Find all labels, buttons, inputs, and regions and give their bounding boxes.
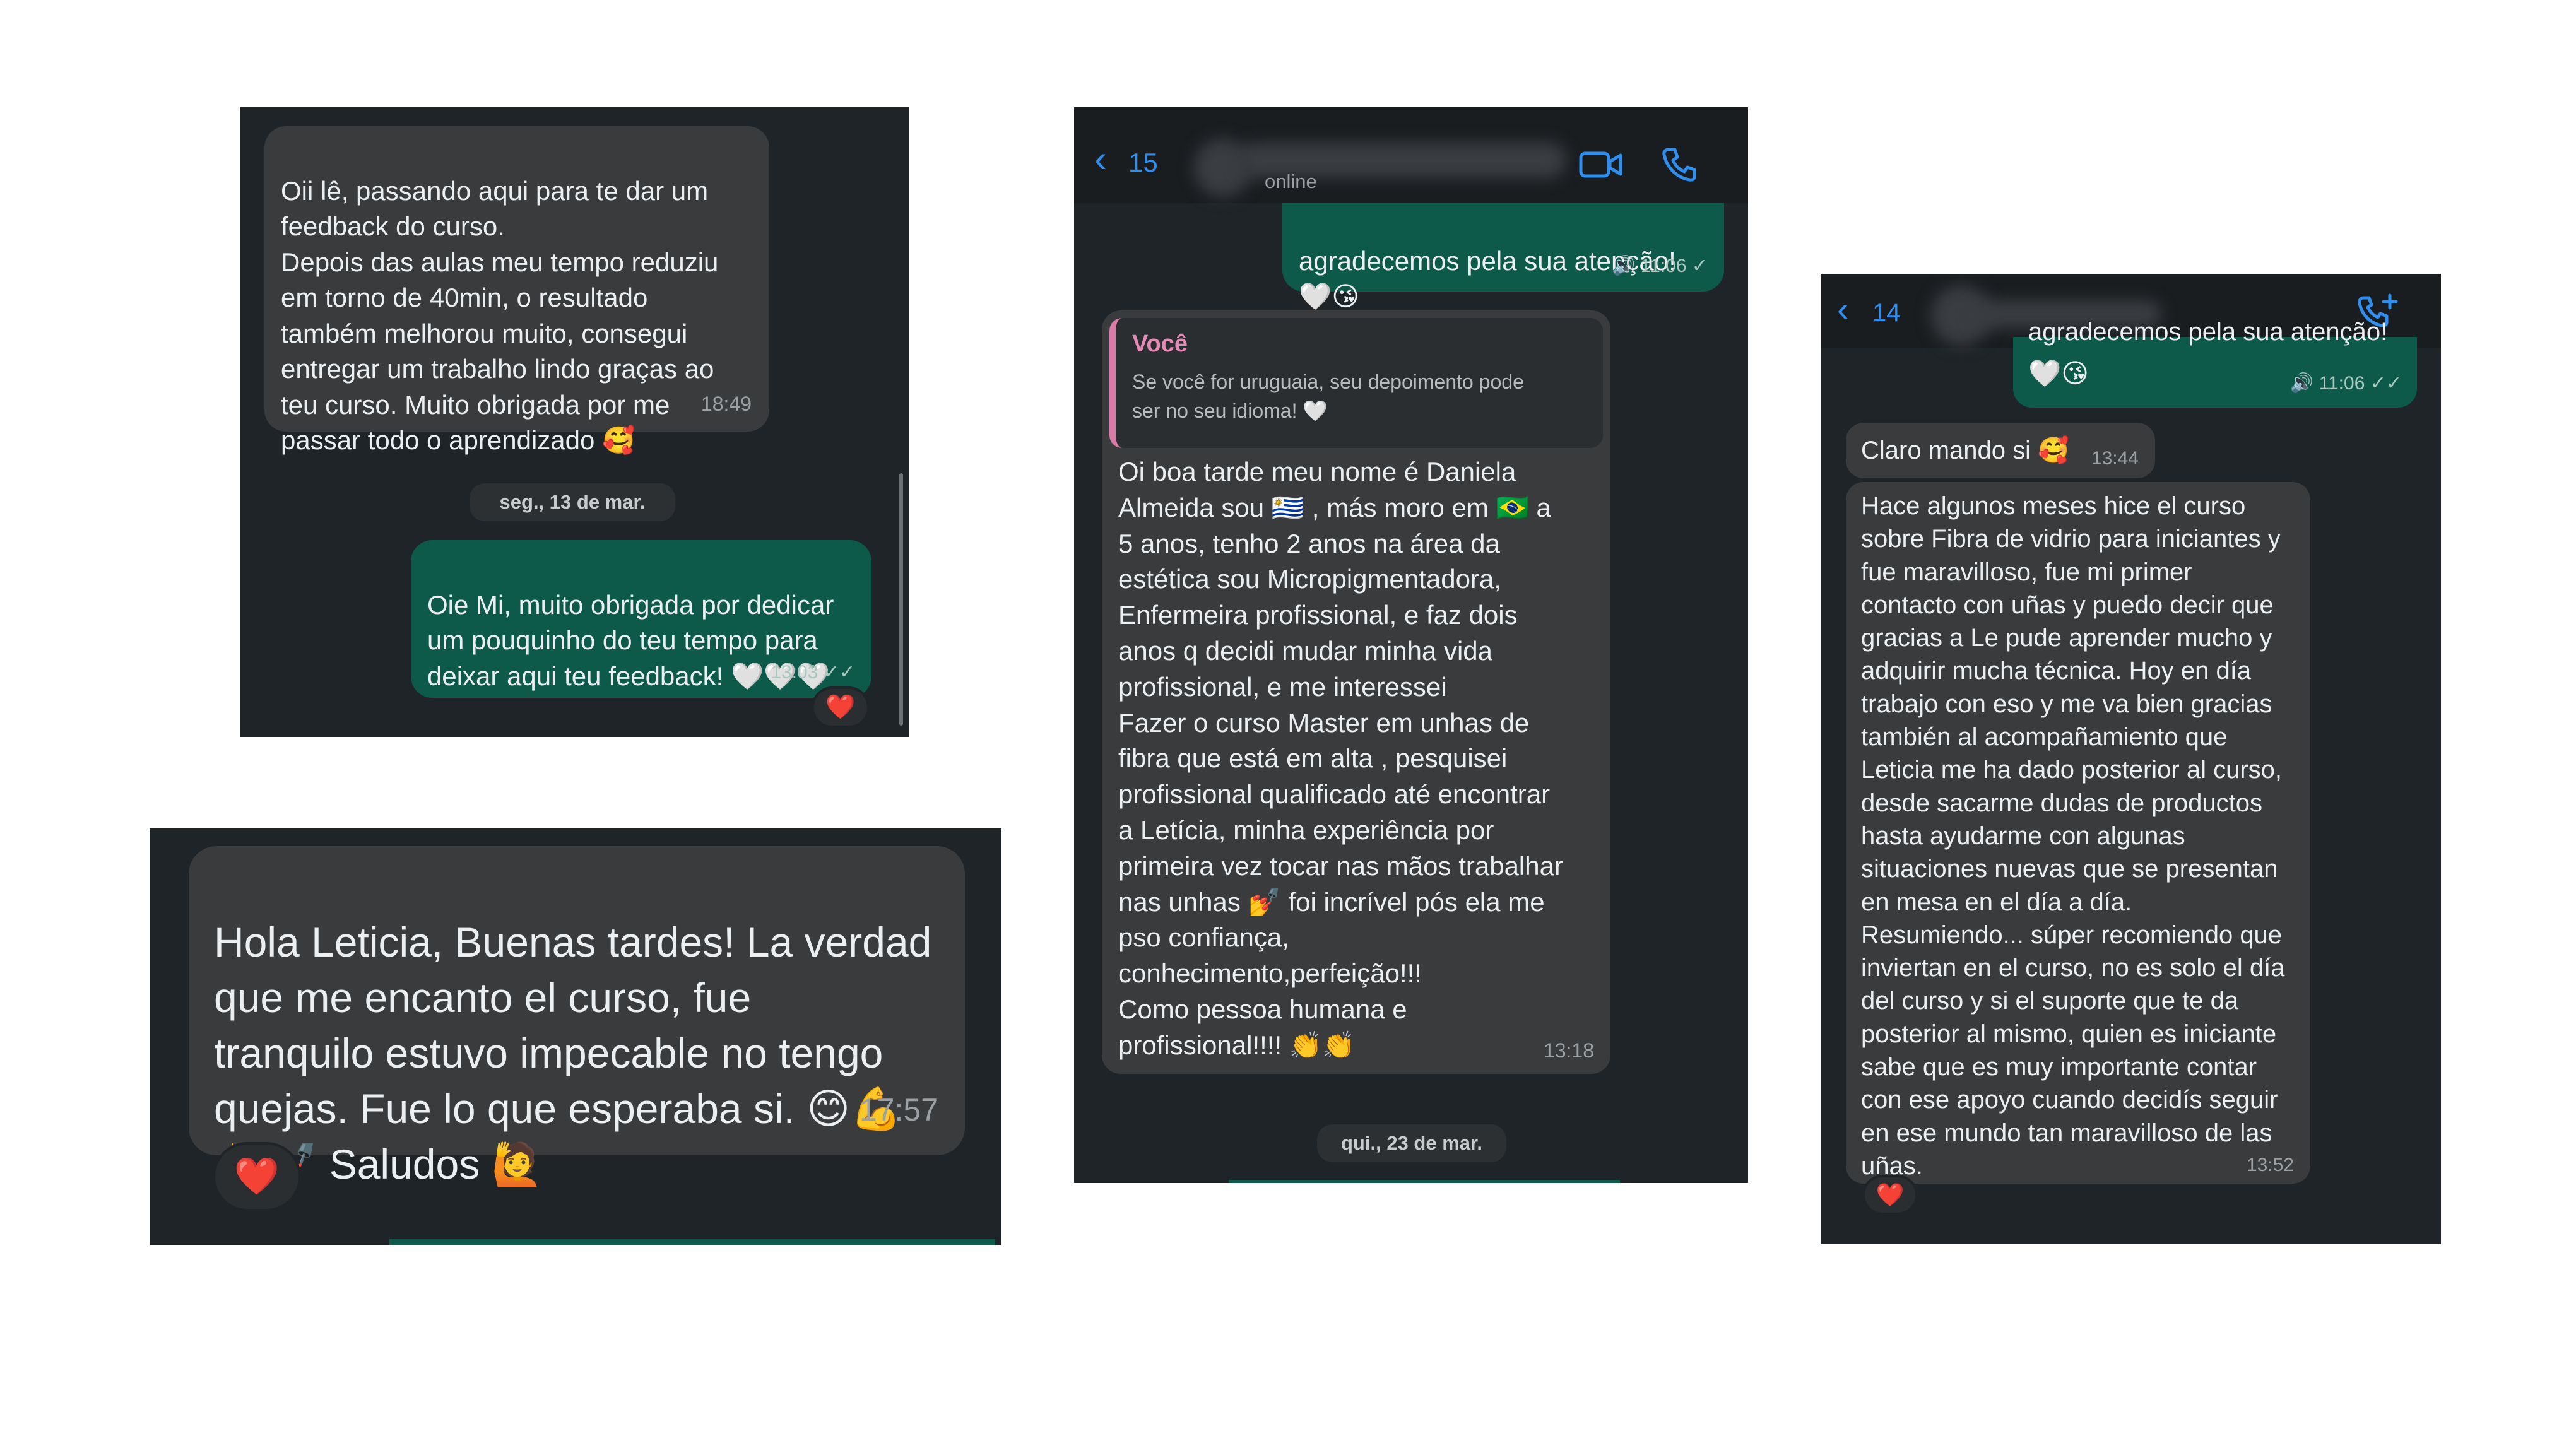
message-emojis: 🤍😘	[2028, 358, 2089, 388]
message-time: 13:03 ✓✓	[771, 661, 855, 683]
message-time: 18:49	[700, 392, 752, 415]
message-time: 🔊 11:06 ✓✓	[2289, 373, 2402, 394]
chat-header-overlay	[1821, 274, 2441, 337]
message-time: 17:57	[859, 1092, 938, 1128]
screenshot-feedback-1: Oii lê, passando aqui para te dar um fee…	[240, 107, 909, 737]
incoming-message-bubble[interactable]: Hola Leticia, Buenas tardes! La verdad q…	[189, 846, 965, 1187]
message-text: Oi boa tarde meu nome é Daniela Almeida …	[1118, 457, 1563, 1060]
heart-reaction-icon[interactable]: ❤️	[213, 1142, 301, 1211]
screenshot-feedback-3: ‹ 15 online agradecemos pela sua atenção…	[1074, 107, 1748, 1183]
message-text: Hace algunos meses hice el curso sobre F…	[1861, 492, 2285, 1180]
heart-reaction-icon[interactable]: ❤️	[812, 686, 870, 728]
screenshot-feedback-2: Hola Leticia, Buenas tardes! La verdad q…	[150, 828, 1001, 1245]
quoted-message[interactable]: Você Se você for uruguaia, seu depoiment…	[1109, 318, 1603, 448]
outgoing-bubble-edge	[389, 1239, 995, 1245]
incoming-message-bubble[interactable]: Oii lê, passando aqui para te dar um fee…	[264, 126, 769, 455]
incoming-message-bubble[interactable]: Claro mando si 🥰 13:44	[1846, 423, 2155, 478]
quote-text: Se você for uruguaia, seu depoimento pod…	[1132, 370, 1524, 422]
video-call-icon[interactable]	[1579, 149, 1623, 180]
message-text: Oii lê, passando aqui para te dar um fee…	[281, 175, 719, 456]
screenshot-feedback-4: ‹ 14 agradecemos pela sua atenção! 🤍😘 🔊 …	[1821, 274, 2441, 1244]
unread-count[interactable]: 15	[1128, 148, 1158, 178]
message-time: 13:52	[2246, 1155, 2294, 1175]
outgoing-bubble-edge	[1229, 1180, 1620, 1183]
message-time: 13:44	[2091, 448, 2139, 469]
message-text: Hola Leticia, Buenas tardes! La verdad q…	[214, 919, 932, 1187]
quote-author: Você	[1132, 331, 1188, 357]
scrollbar[interactable]	[899, 473, 903, 726]
heart-reaction-icon[interactable]: ❤️	[1862, 1175, 1918, 1215]
outgoing-message-bubble[interactable]: agradecemos pela sua atenção! 🤍😘 🔊 11:06…	[1282, 203, 1724, 311]
message-text: Claro mando si 🥰	[1861, 437, 2069, 464]
outgoing-message-bubble[interactable]: agradecemos pela sua atenção! 🤍😘 🔊 11:06…	[2013, 318, 2417, 408]
phone-call-icon[interactable]	[1661, 146, 1698, 183]
message-time: 🔊 11:06 ✓	[1611, 256, 1708, 276]
back-chevron-icon[interactable]: ‹	[1094, 140, 1107, 178]
date-chip: qui., 23 de mar.	[1317, 1124, 1506, 1162]
chat-header: ‹ 15 online	[1074, 107, 1748, 203]
contact-status: online	[1265, 170, 1317, 192]
incoming-message-bubble[interactable]: Hace algunos meses hice el curso sobre F…	[1846, 482, 2310, 1184]
message-time: 13:18	[1543, 1039, 1594, 1062]
incoming-message-bubble[interactable]: Você Se você for uruguaia, seu depoiment…	[1102, 310, 1610, 1074]
outgoing-message-bubble[interactable]: Oie Mi, muito obrigada por dedicar um po…	[411, 540, 871, 698]
date-chip: seg., 13 de mar.	[470, 483, 675, 521]
